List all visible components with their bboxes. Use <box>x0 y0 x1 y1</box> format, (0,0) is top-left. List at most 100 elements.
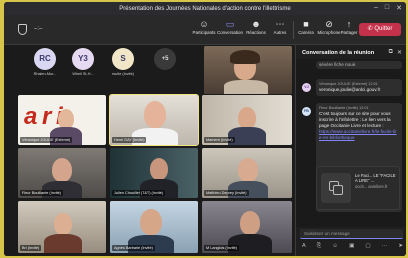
more-options-icon[interactable]: ⋯ <box>382 243 388 250</box>
video-tile[interactable]: Matthieu Deprey (Invité) <box>202 148 292 198</box>
participant-face <box>54 213 72 235</box>
avatar-name: Rhalen-Mur... <box>33 72 57 76</box>
avatar: S <box>112 48 134 70</box>
video-tile[interactable]: Fleur Bouillante (Invité) <box>18 148 106 198</box>
tile-label: Julien Chouillet (T&T) (Invité) <box>112 190 166 196</box>
close-icon[interactable]: ✕ <box>397 49 402 56</box>
participants-label: Participants <box>192 30 216 35</box>
conversation-button[interactable]: ▭ Conversation <box>216 18 244 35</box>
chat-icon: ▭ <box>225 19 235 29</box>
participant-face <box>144 101 166 128</box>
meeting-toolbar: –:– ☺ Participants ▭ Conversation ☻ Réac… <box>4 15 406 45</box>
tile-label: Fleur Bouillante (Invité) <box>20 190 64 196</box>
message-input[interactable]: Saisissez un message <box>300 229 403 239</box>
message-time: 12:01 <box>359 106 369 110</box>
participant-avatar[interactable]: S rsuite (Invité) <box>108 48 138 76</box>
people-icon: ☺ <box>199 19 209 29</box>
leave-label: Quitter <box>374 26 393 32</box>
reactions-label: Réactions <box>246 30 266 35</box>
video-tile[interactable]: a r i Véronique JOULIE (Externe) <box>18 95 106 145</box>
attach-icon[interactable]: ⎘ <box>317 243 321 250</box>
video-tile[interactable]: Mamere (Invité) <box>202 95 292 145</box>
more-button[interactable]: ⋯ Autres <box>266 18 294 35</box>
share-label: Partager <box>340 30 358 35</box>
compose-toolbar: A ⎘ ☺ ▣ ▢ ⋯ ➤ <box>302 243 403 250</box>
participant-avatar[interactable]: Y3 Wheli St-H... <box>68 48 98 76</box>
more-count: +5 <box>154 48 176 70</box>
teams-window: Présentation des Journées Nationales d'a… <box>4 2 406 256</box>
video-tile[interactable] <box>204 46 292 94</box>
conversation-label: Conversation <box>217 30 243 35</box>
avatar: FB <box>302 107 311 116</box>
participant-face <box>150 158 168 180</box>
message-text: veronique.joulie@anlci.gouv.fr <box>319 87 381 92</box>
minimize-button[interactable]: – <box>374 4 378 12</box>
gif-icon[interactable]: ▣ <box>349 243 354 250</box>
message-time: 12:01 <box>368 82 378 86</box>
more-icon: ⋯ <box>275 19 285 29</box>
close-window-button[interactable]: ✕ <box>396 4 402 12</box>
message-author: Véronique JOULIE (Externe) <box>319 82 368 86</box>
popout-icon[interactable]: ⧉ <box>389 49 393 56</box>
avatar: VJ <box>302 83 311 92</box>
video-tile-speaking[interactable]: Henri GAY (Invité) <box>109 94 199 146</box>
participant-face <box>238 107 256 129</box>
avatar-name: rsuite (Invité) <box>112 72 134 76</box>
window-title: Présentation des Journées Nationales d'a… <box>119 5 291 12</box>
participant-face <box>140 209 162 235</box>
participant-body <box>224 80 268 94</box>
tile-label: Véronique JOULIE (Externe) <box>20 137 73 143</box>
participant-face <box>240 211 260 235</box>
video-tile[interactable]: Julien Chouillet (T&T) (Invité) <box>110 148 198 198</box>
title-bar: Présentation des Journées Nationales d'a… <box>4 2 406 15</box>
sticker-icon[interactable]: ▢ <box>365 243 370 250</box>
chat-messages: sévère fiche nouè. VJ Véronique JOULIE (… <box>296 59 406 227</box>
tile-label: Agnès Barbarie (Invité) <box>112 245 155 251</box>
avatar: RC <box>34 48 56 70</box>
chat-title: Conversation de la réunion <box>302 50 375 56</box>
participant-face <box>58 109 74 129</box>
emoji-icon[interactable]: ☺ <box>332 243 338 250</box>
camera-label: Caméra <box>298 30 314 35</box>
chat-header-actions: ⧉ ✕ <box>389 49 402 56</box>
copy-icon-front <box>333 185 343 195</box>
shield-icon <box>18 24 27 35</box>
more-participants-button[interactable]: +5 <box>150 48 180 70</box>
phone-hangup-icon: ✆ <box>367 26 373 32</box>
video-gallery: RC Rhalen-Mur... Y3 Wheli St-H... S rsui… <box>4 45 294 256</box>
participant-body <box>44 234 82 253</box>
participant-face <box>238 158 258 182</box>
link-preview-domain: occit... anielivre.fr <box>355 183 388 189</box>
participants-button[interactable]: ☺ Participants <box>190 18 218 35</box>
message-text: C'est toujours sur ce site pour vous ins… <box>319 111 391 128</box>
avatar: Y3 <box>72 48 94 70</box>
tile-label: M Langlois (Invité) <box>204 245 240 251</box>
video-tile[interactable]: Bri (Invité) <box>18 201 106 253</box>
tile-label: Bri (Invité) <box>20 245 42 251</box>
video-tile[interactable]: M Langlois (Invité) <box>202 201 292 253</box>
meeting-timer: –:– <box>34 26 43 32</box>
tile-label: Mamere (Invité) <box>204 137 235 143</box>
meeting-chat-panel: Conversation de la réunion ⧉ ✕ sévère fi… <box>295 45 406 256</box>
format-icon[interactable]: A <box>302 243 306 250</box>
avatar-name: Wheli St-H... <box>72 72 94 76</box>
message-link[interactable]: https://www.occitanielivre.fr/le-facile-… <box>319 129 399 141</box>
leave-button[interactable]: ✆ Quitter <box>359 23 401 36</box>
participant-avatar[interactable]: RC Rhalen-Mur... <box>30 48 60 76</box>
previous-message: sévère fiche nouè. <box>316 61 402 69</box>
video-tile[interactable]: Agnès Barbarie (Invité) <box>110 201 198 253</box>
link-preview-text: Le Faci... LE "FACILE A LIRE" ... occit.… <box>355 173 399 189</box>
tile-label: Matthieu Deprey (Invité) <box>204 190 249 196</box>
link-preview-title: Le Faci... LE "FACILE A LIRE" ... <box>355 173 396 184</box>
tile-label: Henri GAY (Invité) <box>112 137 147 143</box>
link-preview-image <box>321 173 351 203</box>
participant-hair <box>230 50 260 64</box>
more-label: Autres <box>273 30 287 35</box>
chat-message: Véronique JOULIE (Externe) 12:01 veroniq… <box>316 79 402 96</box>
maximize-button[interactable]: □ <box>385 4 389 12</box>
message-author: Fleur Bouillante (Invité) <box>319 106 359 110</box>
window-controls: – □ ✕ <box>374 4 402 12</box>
link-preview-card[interactable]: Le Faci... LE "FACILE A LIRE" ... occit.… <box>316 166 400 210</box>
participant-face <box>52 158 72 182</box>
send-icon[interactable]: ➤ <box>398 243 403 250</box>
